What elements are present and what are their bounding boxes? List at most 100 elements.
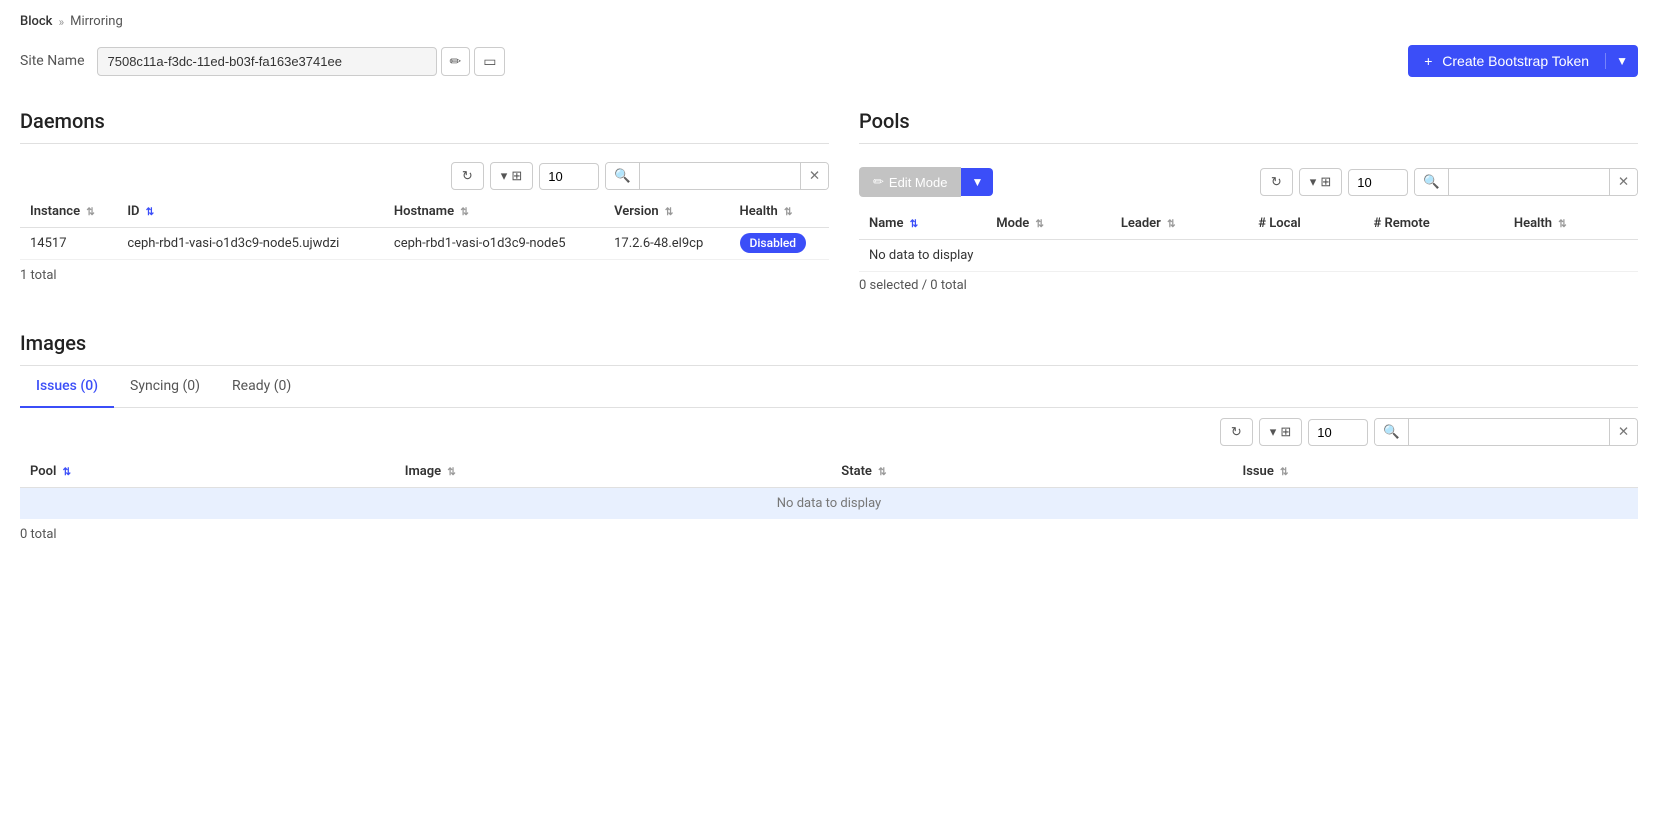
create-token-plus-icon: + bbox=[1424, 53, 1432, 69]
tab-issues[interactable]: Issues (0) bbox=[20, 366, 114, 408]
daemons-search-icon-button[interactable]: 🔍 bbox=[606, 163, 640, 189]
sort-icon-leader: ⇅ bbox=[1167, 219, 1175, 230]
edit-mode-dropdown-button[interactable]: ▼ bbox=[961, 168, 993, 196]
search-icon: 🔍 bbox=[1383, 424, 1400, 439]
tab-ready[interactable]: Ready (0) bbox=[216, 366, 307, 408]
images-col-issue[interactable]: Issue ⇅ bbox=[1232, 456, 1638, 488]
table-row: 14517 ceph-rbd1-vasi-o1d3c9-node5.ujwdzi… bbox=[20, 228, 829, 260]
sort-icon-mode: ⇅ bbox=[1036, 219, 1044, 230]
daemons-refresh-button[interactable]: ↻ bbox=[451, 162, 484, 190]
sort-icon-hostname: ⇅ bbox=[460, 207, 468, 218]
sort-icon-instance: ⇅ bbox=[86, 207, 94, 218]
sort-icon-name: ⇅ bbox=[910, 219, 918, 230]
images-table: Pool ⇅ Image ⇅ State ⇅ Issue ⇅ No d bbox=[20, 456, 1638, 519]
sort-icon-pool-health: ⇅ bbox=[1558, 219, 1566, 230]
pools-table: Name ⇅ Mode ⇅ Leader ⇅ # Local bbox=[859, 208, 1638, 272]
create-bootstrap-token-button[interactable]: + Create Bootstrap Token ▼ bbox=[1408, 45, 1638, 77]
images-search-wrapper: 🔍 ✕ bbox=[1374, 418, 1638, 446]
daemons-search-input[interactable] bbox=[640, 164, 800, 189]
pools-search-wrapper: 🔍 ✕ bbox=[1414, 168, 1638, 196]
images-refresh-button[interactable]: ↻ bbox=[1220, 418, 1253, 446]
site-name-copy-button[interactable]: ▭ bbox=[474, 47, 505, 76]
sort-icon-health: ⇅ bbox=[784, 207, 792, 218]
images-toolbar: ↻ ▾ ⊞ 🔍 ✕ bbox=[20, 408, 1638, 456]
images-total: 0 total bbox=[20, 519, 1638, 550]
pools-col-name[interactable]: Name ⇅ bbox=[859, 208, 986, 240]
pools-search-icon-button[interactable]: 🔍 bbox=[1415, 169, 1449, 195]
daemon-hostname: ceph-rbd1-vasi-o1d3c9-node5 bbox=[384, 228, 604, 260]
images-col-state[interactable]: State ⇅ bbox=[831, 456, 1232, 488]
search-icon: 🔍 bbox=[614, 168, 631, 183]
images-tabs: Issues (0) Syncing (0) Ready (0) bbox=[20, 366, 1638, 408]
columns-drop-icon: ▾ bbox=[1310, 174, 1317, 190]
tab-syncing[interactable]: Syncing (0) bbox=[114, 366, 216, 408]
daemons-col-instance[interactable]: Instance ⇅ bbox=[20, 196, 117, 228]
images-col-pool[interactable]: Pool ⇅ bbox=[20, 456, 395, 488]
daemon-version: 17.2.6-48.el9cp bbox=[604, 228, 729, 260]
pools-per-page-input[interactable] bbox=[1348, 169, 1408, 196]
pools-refresh-button[interactable]: ↻ bbox=[1260, 168, 1293, 196]
pools-title: Pools bbox=[859, 93, 1638, 143]
pools-col-health[interactable]: Health ⇅ bbox=[1504, 208, 1638, 240]
images-search-icon-button[interactable]: 🔍 bbox=[1375, 419, 1409, 445]
breadcrumb-parent[interactable]: Block bbox=[20, 14, 52, 29]
breadcrumb-separator: » bbox=[58, 15, 64, 29]
pools-search-clear-button[interactable]: ✕ bbox=[1609, 169, 1637, 195]
images-search-input[interactable] bbox=[1409, 420, 1609, 445]
pools-search-input[interactable] bbox=[1449, 170, 1609, 195]
daemons-toolbar: ↻ ▾ ⊞ 🔍 ✕ bbox=[20, 156, 829, 196]
daemons-table: Instance ⇅ ID ⇅ Hostname ⇅ Version ⇅ bbox=[20, 196, 829, 260]
sort-icon-id: ⇅ bbox=[146, 207, 154, 218]
daemons-per-page-input[interactable] bbox=[539, 163, 599, 190]
images-no-data: No data to display bbox=[20, 488, 1638, 520]
site-name-label: Site Name bbox=[20, 53, 85, 69]
pools-col-leader[interactable]: Leader ⇅ bbox=[1111, 208, 1248, 240]
sort-icon-issue: ⇅ bbox=[1280, 467, 1288, 478]
clear-icon: ✕ bbox=[1618, 174, 1629, 189]
edit-icon: ✏ bbox=[450, 53, 462, 70]
pools-col-remote[interactable]: # Remote bbox=[1363, 208, 1503, 240]
daemons-section: Daemons ↻ ▾ ⊞ 🔍 ✕ bbox=[20, 93, 829, 299]
refresh-icon: ↻ bbox=[462, 168, 473, 184]
pools-selected-text: 0 selected / 0 total bbox=[859, 272, 1638, 299]
daemons-title: Daemons bbox=[20, 93, 829, 143]
site-name-input-group: ✏ ▭ bbox=[97, 47, 506, 76]
images-col-image[interactable]: Image ⇅ bbox=[395, 456, 832, 488]
edit-mode-button[interactable]: ✏ Edit Mode bbox=[859, 167, 961, 197]
clear-icon: ✕ bbox=[1618, 424, 1629, 439]
breadcrumb-current: Mirroring bbox=[70, 14, 123, 29]
daemons-col-id[interactable]: ID ⇅ bbox=[117, 196, 384, 228]
sort-icon-version: ⇅ bbox=[665, 207, 673, 218]
images-columns-button[interactable]: ▾ ⊞ bbox=[1259, 418, 1302, 446]
images-search-clear-button[interactable]: ✕ bbox=[1609, 419, 1637, 445]
columns-icon: ▾ bbox=[501, 168, 508, 184]
table-row: No data to display bbox=[20, 488, 1638, 520]
pools-no-data: No data to display bbox=[859, 240, 1638, 272]
pools-columns-button[interactable]: ▾ ⊞ bbox=[1299, 168, 1342, 196]
columns-grid-icon: ⊞ bbox=[511, 168, 522, 184]
site-name-input[interactable] bbox=[97, 47, 437, 76]
columns-drop-icon: ▾ bbox=[1270, 424, 1277, 440]
daemons-search-wrapper: 🔍 ✕ bbox=[605, 162, 829, 190]
daemons-search-clear-button[interactable]: ✕ bbox=[800, 163, 828, 189]
pools-col-mode[interactable]: Mode ⇅ bbox=[986, 208, 1111, 240]
site-name-row: Site Name ✏ ▭ + Create Bootstrap Token ▼ bbox=[0, 37, 1658, 93]
daemons-col-health[interactable]: Health ⇅ bbox=[730, 196, 829, 228]
create-token-dropdown-arrow[interactable]: ▼ bbox=[1606, 54, 1638, 68]
sort-icon-image: ⇅ bbox=[447, 467, 455, 478]
daemons-columns-button[interactable]: ▾ ⊞ bbox=[490, 162, 533, 190]
site-name-edit-button[interactable]: ✏ bbox=[441, 47, 471, 76]
edit-mode-chevron-icon: ▼ bbox=[971, 175, 983, 189]
daemons-col-version[interactable]: Version ⇅ bbox=[604, 196, 729, 228]
pools-toolbar: ↻ ▾ ⊞ 🔍 ✕ bbox=[1260, 162, 1638, 202]
table-row: No data to display bbox=[859, 240, 1638, 272]
daemon-health-badge: Disabled bbox=[740, 233, 807, 253]
main-grid: Daemons ↻ ▾ ⊞ 🔍 ✕ bbox=[0, 93, 1658, 299]
edit-mode-button-group: ✏ Edit Mode ▼ bbox=[859, 167, 993, 197]
create-token-label: + Create Bootstrap Token bbox=[1408, 53, 1606, 69]
images-per-page-input[interactable] bbox=[1308, 419, 1368, 446]
pools-col-local[interactable]: # Local bbox=[1248, 208, 1363, 240]
daemons-total: 1 total bbox=[20, 260, 829, 291]
daemon-instance: 14517 bbox=[20, 228, 117, 260]
daemons-col-hostname[interactable]: Hostname ⇅ bbox=[384, 196, 604, 228]
